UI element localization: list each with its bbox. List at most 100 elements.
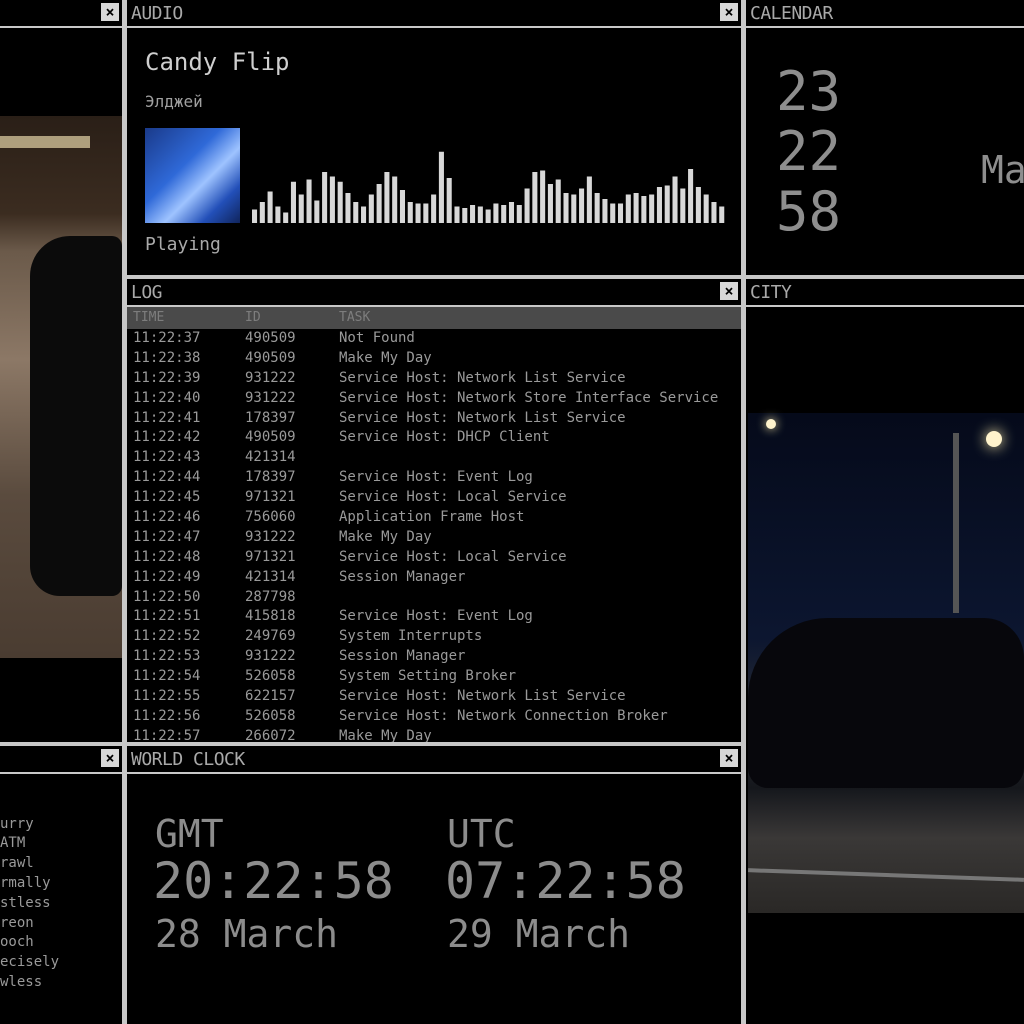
clock-right-zone: UTC	[447, 812, 516, 856]
log-cell-id: 287798	[245, 588, 296, 605]
clock-right-time: 07:22:58	[445, 852, 686, 910]
visualizer-bar	[625, 194, 631, 223]
visualizer-bar	[462, 208, 468, 223]
video-panel-top-left: ×	[0, 0, 122, 742]
list-item: rmally	[0, 875, 51, 891]
city-title: CITY	[750, 282, 792, 303]
visualizer-bar	[695, 187, 701, 223]
visualizer-bar	[477, 206, 483, 223]
audio-title: AUDIO	[131, 3, 183, 24]
log-cell-time: 11:22:44	[133, 469, 201, 486]
log-cell-id: 178397	[245, 469, 296, 486]
log-row: 11:22:50 287798	[127, 588, 741, 608]
visualizer-bar	[610, 203, 616, 223]
visualizer-bar	[540, 170, 546, 223]
visualizer-bar	[454, 206, 460, 223]
calendar-title: CALENDAR	[750, 3, 833, 24]
visualizer-bar	[431, 194, 437, 223]
log-cell-id: 421314	[245, 449, 296, 466]
log-cell-time: 11:22:47	[133, 528, 201, 545]
log-cell-id: 931222	[245, 648, 296, 665]
log-cell-time: 11:22:49	[133, 568, 201, 585]
log-cell-id: 490509	[245, 349, 296, 366]
visualizer-bar	[485, 209, 491, 223]
log-row: 11:22:57 266072 Make My Day	[127, 727, 741, 742]
city-video-frame	[748, 413, 1024, 913]
log-cell-time: 11:22:38	[133, 349, 201, 366]
visualizer-bar	[361, 206, 367, 223]
log-row: 11:22:41 178397 Service Host: Network List…	[127, 409, 741, 429]
visualizer-bar	[267, 191, 273, 223]
street-lamp-light-2	[766, 419, 776, 429]
visualizer-bar	[399, 190, 406, 223]
world-clock-body: GMT 20:22:58 28 March UTC 07:22:58 29 Ma…	[127, 774, 741, 1024]
close-icon[interactable]: ×	[101, 749, 119, 767]
log-cell-id: 415818	[245, 608, 296, 625]
log-cell-task: Service Host: Network List Service	[339, 369, 626, 386]
list-item: ecisely	[0, 954, 60, 970]
list-panel-title-bar: ×	[0, 746, 122, 774]
track-title: Candy Flip	[145, 48, 290, 76]
log-cell-time: 11:22:55	[133, 688, 201, 705]
log-cell-id: 526058	[245, 707, 296, 724]
log-cell-task: Session Manager	[339, 568, 466, 585]
visualizer-bar	[306, 179, 312, 223]
log-cell-id: 971321	[245, 548, 296, 565]
list-item: stless	[0, 895, 51, 911]
visualizer-bar	[656, 187, 662, 223]
log-row: 11:22:54 526058 System Setting Broker	[127, 667, 741, 687]
visualizer-bar	[407, 202, 413, 223]
log-cell-task: Make My Day	[339, 528, 432, 545]
close-icon[interactable]: ×	[101, 3, 119, 21]
visualizer-bar	[617, 203, 624, 223]
log-row: 11:22:55 622157 Service Host: Network List…	[127, 687, 741, 707]
visualizer-bar	[438, 151, 444, 223]
log-cell-id: 178397	[245, 409, 296, 426]
close-icon[interactable]: ×	[720, 749, 738, 767]
visualizer-bar	[493, 203, 499, 223]
calendar-body: 23 22 58 Ma	[746, 28, 1024, 275]
calendar-value-3: 58	[776, 180, 842, 243]
visualizer-bar	[423, 203, 429, 223]
visualizer-bar	[672, 176, 678, 223]
visualizer-bar	[555, 179, 561, 223]
visualizer-bar	[633, 193, 639, 223]
log-cell-id: 931222	[245, 528, 296, 545]
log-cell-task: Service Host: Local Service	[339, 489, 567, 506]
log-cell-time: 11:22:53	[133, 648, 201, 665]
audio-panel: AUDIO × Candy Flip Элджей Playing	[127, 0, 741, 275]
visualizer-bar	[337, 181, 343, 223]
visualizer-bar	[602, 199, 608, 223]
log-header-task: TASK	[339, 310, 371, 325]
visualizer-bar	[353, 202, 359, 223]
log-cell-task: Service Host: Network List Service	[339, 409, 626, 426]
clock-right-date: 29 March	[447, 912, 631, 956]
log-cell-time: 11:22:50	[133, 588, 201, 605]
log-cell-task: Service Host: Local Service	[339, 548, 567, 565]
visualizer-bar	[680, 188, 686, 223]
log-row: 11:22:45 971321 Service Host: Local Servic…	[127, 488, 741, 508]
close-icon[interactable]: ×	[720, 282, 738, 300]
visualizer-bar	[641, 196, 647, 223]
visualizer-bar	[563, 193, 569, 223]
visualizer-bar	[547, 184, 553, 223]
visualizer-bar	[649, 194, 655, 223]
video-building-sign	[0, 136, 90, 148]
visualizer-bar	[283, 212, 289, 223]
log-cell-task: Service Host: DHCP Client	[339, 429, 550, 446]
calendar-value-2: 22	[776, 120, 842, 183]
video-panel-title-bar: ×	[0, 0, 122, 28]
log-row: 11:22:47 931222 Make My Day	[127, 528, 741, 548]
audio-title-bar: AUDIO ×	[127, 0, 741, 28]
log-cell-id: 526058	[245, 668, 296, 685]
log-row: 11:22:56 526058 Service Host: Network Conn…	[127, 707, 741, 727]
log-cell-id: 490509	[245, 330, 296, 346]
log-cell-id: 490509	[245, 429, 296, 446]
log-row: 11:22:39 931222 Service Host: Network List…	[127, 369, 741, 389]
log-title: LOG	[131, 282, 163, 303]
calendar-value-1: 23	[776, 60, 842, 123]
log-row: 11:22:53 931222 Session Manager	[127, 647, 741, 667]
close-icon[interactable]: ×	[720, 3, 738, 21]
log-cell-task: Service Host: Event Log	[339, 608, 533, 625]
car-silhouette	[748, 618, 1024, 788]
